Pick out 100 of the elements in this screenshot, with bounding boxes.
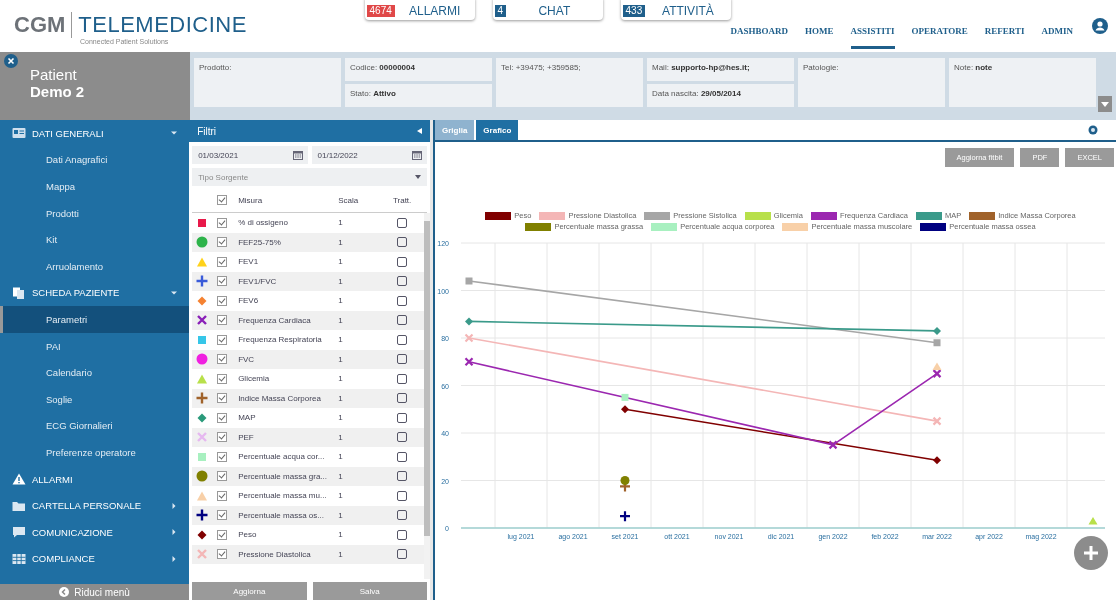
- row-checkbox[interactable]: [217, 217, 228, 228]
- data-point: [618, 510, 632, 523]
- menu-section[interactable]: DATI GENERALI: [0, 120, 190, 147]
- treatment-checkbox[interactable]: [397, 412, 408, 423]
- menu-item[interactable]: Calendario: [0, 359, 190, 386]
- brand-name: TELEMEDICINE: [78, 14, 247, 36]
- close-icon[interactable]: [4, 54, 18, 68]
- measure-name: % di ossigeno: [237, 218, 289, 228]
- menu-section[interactable]: COMPLIANCE: [0, 545, 190, 573]
- treatment-checkbox[interactable]: [397, 490, 408, 501]
- treatment-checkbox[interactable]: [397, 256, 408, 267]
- counter-tab[interactable]: 433 ATTIVITÀ: [620, 0, 731, 20]
- settings-icon[interactable]: [1088, 125, 1098, 135]
- chevron-left-icon: [59, 587, 70, 597]
- row-checkbox[interactable]: [217, 393, 228, 404]
- view-tab[interactable]: Grafico: [476, 120, 519, 140]
- menu-item[interactable]: Parametri: [0, 306, 190, 333]
- row-checkbox[interactable]: [217, 256, 228, 267]
- treatment-checkbox[interactable]: [397, 432, 408, 443]
- scale-value: 1: [338, 237, 344, 247]
- row-checkbox[interactable]: [217, 529, 228, 540]
- calendar-icon: [292, 150, 303, 160]
- measure-name: Percentuale massa mu...: [237, 491, 328, 501]
- treatment-checkbox[interactable]: [397, 510, 408, 521]
- nav-tab[interactable]: REFERTI: [984, 11, 1025, 49]
- treatment-checkbox[interactable]: [397, 276, 408, 287]
- row-checkbox[interactable]: [217, 412, 228, 423]
- row-checkbox[interactable]: [217, 295, 228, 306]
- scale-value: 1: [338, 471, 344, 481]
- row-checkbox[interactable]: [217, 315, 228, 326]
- expand-button[interactable]: [1098, 96, 1112, 112]
- menu-section[interactable]: SCHEDA PAZIENTE: [0, 279, 190, 307]
- counter-tab[interactable]: 4674 ALLARMI: [364, 0, 475, 20]
- nav-tab[interactable]: OPERATORE: [911, 11, 968, 49]
- treatment-checkbox[interactable]: [397, 315, 408, 326]
- counter-tab[interactable]: 4 CHAT: [492, 0, 603, 20]
- treatment-checkbox[interactable]: [397, 354, 408, 365]
- collapse-menu-button[interactable]: Riduci menù: [0, 584, 190, 600]
- info-field: Stato: Attivo: [345, 84, 492, 107]
- nav-tab[interactable]: ASSISTITI: [850, 11, 895, 49]
- row-checkbox[interactable]: [217, 451, 228, 462]
- data-point: [828, 440, 838, 450]
- action-button[interactable]: Aggiorna: [192, 582, 307, 600]
- nav-tab[interactable]: ADMIN: [1041, 11, 1073, 49]
- data-point: [465, 317, 473, 326]
- treatment-checkbox[interactable]: [397, 393, 408, 404]
- treatment-checkbox[interactable]: [397, 373, 408, 384]
- row-checkbox[interactable]: [217, 490, 228, 501]
- measure-name: Pressione Diastolica: [237, 549, 312, 559]
- user-icon[interactable]: [1092, 18, 1108, 34]
- date-field[interactable]: 01/12/2022: [311, 146, 427, 164]
- menu-item[interactable]: PAI: [0, 332, 190, 360]
- info-field: Prodotto:: [194, 58, 341, 107]
- patient-label: Patient: [30, 65, 78, 83]
- data-point: [933, 456, 941, 465]
- measure-name: FEV6: [237, 296, 260, 306]
- row-checkbox[interactable]: [217, 432, 228, 443]
- menu-section[interactable]: ALLARMI: [0, 465, 190, 493]
- menu-item[interactable]: Soglie: [0, 385, 190, 413]
- treatment-checkbox[interactable]: [397, 451, 408, 462]
- menu-item[interactable]: Prodotti: [0, 199, 190, 227]
- row-checkbox[interactable]: [217, 237, 228, 248]
- action-button[interactable]: Salva: [312, 582, 427, 600]
- menu-item[interactable]: Kit: [0, 226, 190, 253]
- row-checkbox[interactable]: [217, 471, 228, 482]
- count-badge: 433: [622, 4, 646, 17]
- source-dropdown[interactable]: Tipo Sorgente: [192, 168, 427, 186]
- nav-tab[interactable]: HOME: [805, 11, 834, 49]
- menu-section[interactable]: CARTELLA PERSONALE: [0, 492, 190, 519]
- row-checkbox[interactable]: [217, 276, 228, 287]
- menu-item[interactable]: Dati Anagrafici: [0, 146, 190, 174]
- add-button[interactable]: [1074, 536, 1108, 570]
- info-field: Codice: 00000004: [345, 58, 492, 81]
- menu-item[interactable]: ECG Giornalieri: [0, 412, 190, 440]
- treatment-checkbox[interactable]: [397, 471, 408, 482]
- caret-down-icon: [1101, 101, 1109, 107]
- measure-name: Percentuale massa os...: [237, 510, 325, 520]
- treatment-checkbox[interactable]: [397, 334, 408, 345]
- menu-item[interactable]: Mappa: [0, 173, 190, 200]
- row-checkbox[interactable]: [217, 549, 228, 560]
- treatment-checkbox[interactable]: [397, 549, 408, 560]
- treatment-checkbox[interactable]: [397, 237, 408, 248]
- nav-tab[interactable]: DASHBOARD: [730, 11, 789, 49]
- scale-value: 1: [338, 354, 344, 364]
- row-checkbox[interactable]: [217, 334, 228, 345]
- treatment-checkbox[interactable]: [397, 529, 408, 540]
- menu-item[interactable]: Arruolamento: [0, 252, 190, 280]
- scale-value: 1: [338, 257, 344, 267]
- treatment-checkbox[interactable]: [397, 217, 408, 228]
- date-field[interactable]: 01/03/2021: [192, 146, 308, 164]
- menu-item[interactable]: Preferenze operatore: [0, 439, 190, 466]
- row-checkbox[interactable]: [217, 354, 228, 365]
- caret-left-icon[interactable]: [417, 128, 422, 134]
- select-all-checkbox[interactable]: [217, 195, 228, 205]
- row-checkbox[interactable]: [217, 373, 228, 384]
- row-checkbox[interactable]: [217, 510, 228, 521]
- treatment-checkbox[interactable]: [397, 295, 408, 306]
- menu-section[interactable]: COMUNICAZIONE: [0, 518, 190, 546]
- measure-name: Indice Massa Corporea: [237, 393, 322, 403]
- scrollbar[interactable]: [424, 213, 430, 579]
